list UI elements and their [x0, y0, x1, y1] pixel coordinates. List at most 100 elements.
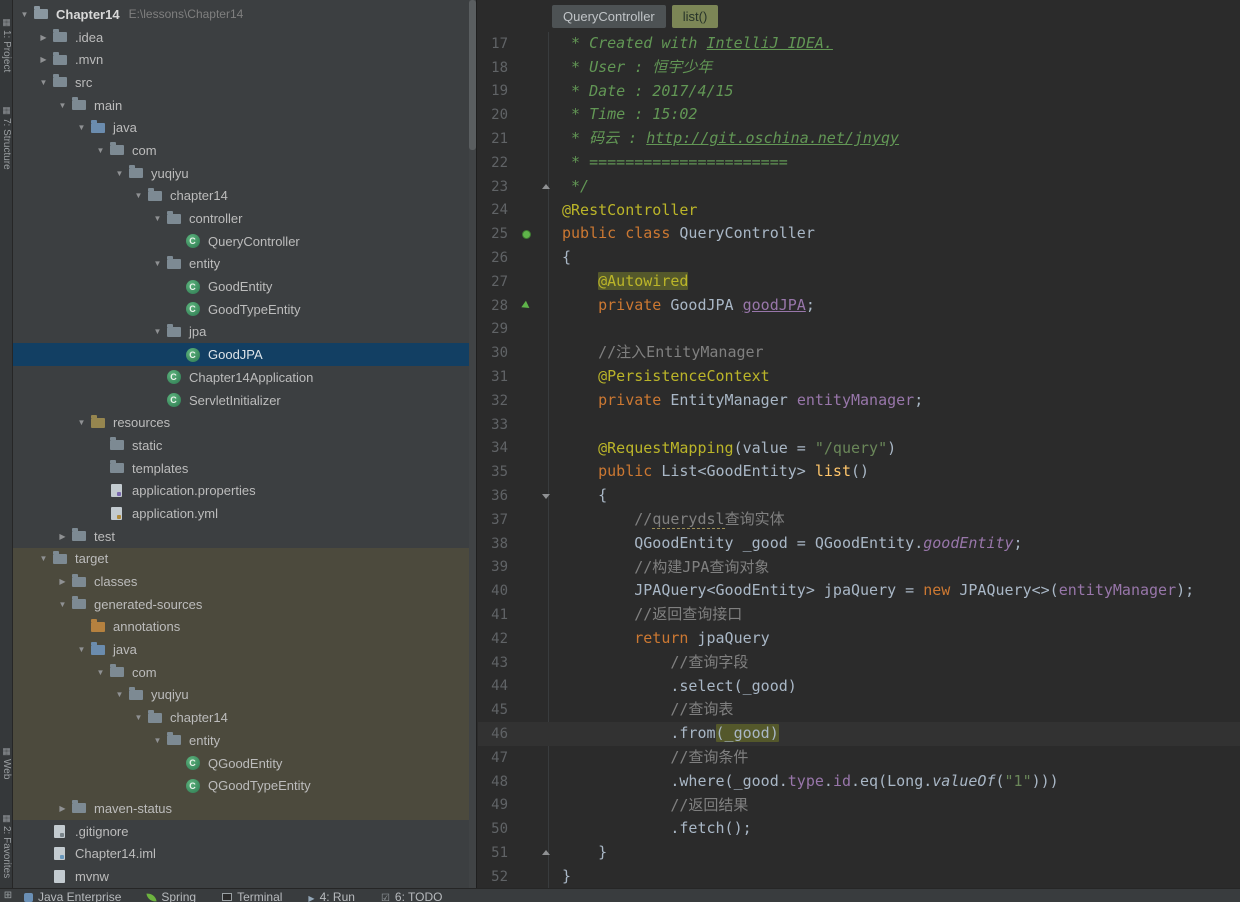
- line-number[interactable]: 51: [478, 845, 514, 861]
- collapse-arrow-icon[interactable]: ▼: [36, 78, 51, 87]
- collapse-arrow-icon[interactable]: ▼: [150, 214, 165, 223]
- statusbar-item-4-run[interactable]: 4: Run: [308, 889, 355, 902]
- tree-item[interactable]: C GoodJPA: [13, 343, 476, 366]
- tree-item[interactable]: ▼ resources: [13, 411, 476, 434]
- tree-item[interactable]: ▶ .mvn: [13, 48, 476, 71]
- code-area[interactable]: 17 * Created with IntelliJ IDEA. 18 * Use…: [478, 32, 1240, 888]
- collapse-arrow-icon[interactable]: ▼: [131, 713, 146, 722]
- line-number[interactable]: 25: [478, 226, 514, 242]
- tree-item[interactable]: C GoodEntity: [13, 275, 476, 298]
- tree-item[interactable]: ▼ main: [13, 94, 476, 117]
- scrollbar-thumb[interactable]: [469, 0, 476, 150]
- fold-marker-icon[interactable]: [542, 493, 550, 499]
- tree-item[interactable]: ▼ src: [13, 71, 476, 94]
- tree-item[interactable]: static: [13, 434, 476, 457]
- line-number[interactable]: 45: [478, 702, 514, 718]
- code-line[interactable]: 47 //查询条件: [478, 746, 1240, 770]
- toolwindow-button[interactable]: ▦ 1: Project: [1, 18, 12, 73]
- line-number[interactable]: 18: [478, 60, 514, 76]
- expand-arrow-icon[interactable]: ▶: [36, 33, 51, 42]
- tree-item[interactable]: application.yml: [13, 502, 476, 525]
- line-number[interactable]: 31: [478, 369, 514, 385]
- tree-item[interactable]: ▶ maven-status: [13, 797, 476, 820]
- fold-marker-icon[interactable]: [542, 184, 550, 190]
- code-line[interactable]: 27 @Autowired: [478, 270, 1240, 294]
- tree-item[interactable]: C GoodTypeEntity: [13, 298, 476, 321]
- tree-item[interactable]: ▼ java: [13, 638, 476, 661]
- code-line[interactable]: 38 QGoodEntity _good = QGoodEntity.goodE…: [478, 532, 1240, 556]
- line-number[interactable]: 52: [478, 869, 514, 885]
- tree-item[interactable]: ▼ com: [13, 660, 476, 684]
- tree-item[interactable]: ▼ entity: [13, 729, 476, 752]
- tree-item[interactable]: .gitignore: [13, 820, 476, 843]
- tree-item[interactable]: application.properties: [13, 479, 476, 502]
- line-number[interactable]: 48: [478, 774, 514, 790]
- fold-marker-icon[interactable]: [542, 850, 550, 856]
- tree-item[interactable]: annotations: [13, 615, 476, 639]
- code-line[interactable]: 32 private EntityManager entityManager;: [478, 389, 1240, 413]
- line-number[interactable]: 33: [478, 417, 514, 433]
- line-number[interactable]: 46: [478, 726, 514, 742]
- tree-item[interactable]: ▼ com: [13, 139, 476, 162]
- tree-item[interactable]: ▼ yuqiyu: [13, 162, 476, 185]
- line-number[interactable]: 34: [478, 440, 514, 456]
- line-number[interactable]: 49: [478, 797, 514, 813]
- tree-item[interactable]: C QueryController: [13, 230, 476, 253]
- collapse-arrow-icon[interactable]: ▼: [74, 123, 89, 132]
- code-line[interactable]: 33: [478, 413, 1240, 437]
- collapse-arrow-icon[interactable]: ▼: [112, 169, 127, 178]
- code-line[interactable]: 51 }: [478, 841, 1240, 865]
- collapse-arrow-icon[interactable]: ▼: [112, 690, 127, 699]
- line-number[interactable]: 22: [478, 155, 514, 171]
- collapse-arrow-icon[interactable]: ▼: [17, 10, 32, 19]
- tree-item[interactable]: ▼ chapter14: [13, 706, 476, 729]
- line-number[interactable]: 30: [478, 345, 514, 361]
- collapse-arrow-icon[interactable]: ▼: [150, 327, 165, 336]
- code-line[interactable]: 21 * 码云 : http://git.oschina.net/jnyqy: [478, 127, 1240, 151]
- line-number[interactable]: 26: [478, 250, 514, 266]
- autowired-nav-icon[interactable]: [520, 300, 532, 311]
- line-number[interactable]: 29: [478, 321, 514, 337]
- editor-tab-list[interactable]: list(): [671, 4, 719, 28]
- code-line[interactable]: 29: [478, 318, 1240, 342]
- collapse-arrow-icon[interactable]: ▼: [131, 191, 146, 200]
- collapse-arrow-icon[interactable]: ▼: [74, 645, 89, 654]
- editor-tab-querycontroller[interactable]: QueryController: [552, 4, 666, 28]
- code-line[interactable]: 24 @RestController: [478, 199, 1240, 223]
- line-number[interactable]: 37: [478, 512, 514, 528]
- tree-item[interactable]: ▼ yuqiyu: [13, 683, 476, 707]
- code-line[interactable]: 34 @RequestMapping(value = "/query"): [478, 437, 1240, 461]
- collapse-arrow-icon[interactable]: ▼: [36, 554, 51, 563]
- code-line[interactable]: 25 public class QueryController: [478, 222, 1240, 246]
- line-number[interactable]: 39: [478, 559, 514, 575]
- tree-item[interactable]: C ServletInitializer: [13, 389, 476, 412]
- code-line[interactable]: 30 //注入EntityManager: [478, 341, 1240, 365]
- collapse-arrow-icon[interactable]: ▼: [150, 736, 165, 745]
- tree-item[interactable]: templates: [13, 457, 476, 480]
- expand-arrow-icon[interactable]: ▶: [36, 55, 51, 64]
- toolwindow-button[interactable]: ▦ 2: Favorites: [1, 813, 12, 878]
- statusbar-item-6-todo[interactable]: 6: TODO: [381, 889, 443, 902]
- code-line[interactable]: 48 .where(_good.type.id.eq(Long.valueOf(…: [478, 770, 1240, 794]
- collapse-arrow-icon[interactable]: ▼: [93, 146, 108, 155]
- line-number[interactable]: 27: [478, 274, 514, 290]
- code-line[interactable]: 52}: [478, 865, 1240, 888]
- tree-item[interactable]: mvnw: [13, 865, 476, 888]
- tree-item[interactable]: ▼ controller: [13, 207, 476, 230]
- expand-arrow-icon[interactable]: ▶: [55, 804, 70, 813]
- line-number[interactable]: 43: [478, 655, 514, 671]
- tree-item[interactable]: ▼ jpa: [13, 321, 476, 344]
- tree-item[interactable]: C QGoodEntity: [13, 751, 476, 775]
- tree-item[interactable]: ▼ target: [13, 547, 476, 571]
- spring-bean-icon[interactable]: [521, 229, 531, 239]
- code-line[interactable]: 17 * Created with IntelliJ IDEA.: [478, 32, 1240, 56]
- code-line[interactable]: 28 private GoodJPA goodJPA;: [478, 294, 1240, 318]
- code-line[interactable]: 42 return jpaQuery: [478, 627, 1240, 651]
- code-line[interactable]: 46 .from(_good): [478, 722, 1240, 746]
- line-number[interactable]: 40: [478, 583, 514, 599]
- code-line[interactable]: 50 .fetch();: [478, 817, 1240, 841]
- code-line[interactable]: 20 * Time : 15:02: [478, 103, 1240, 127]
- code-line[interactable]: 31 @PersistenceContext: [478, 365, 1240, 389]
- collapse-arrow-icon[interactable]: ▼: [150, 259, 165, 268]
- tree-item[interactable]: ▼ Chapter14 E:\lessons\Chapter14: [13, 3, 476, 26]
